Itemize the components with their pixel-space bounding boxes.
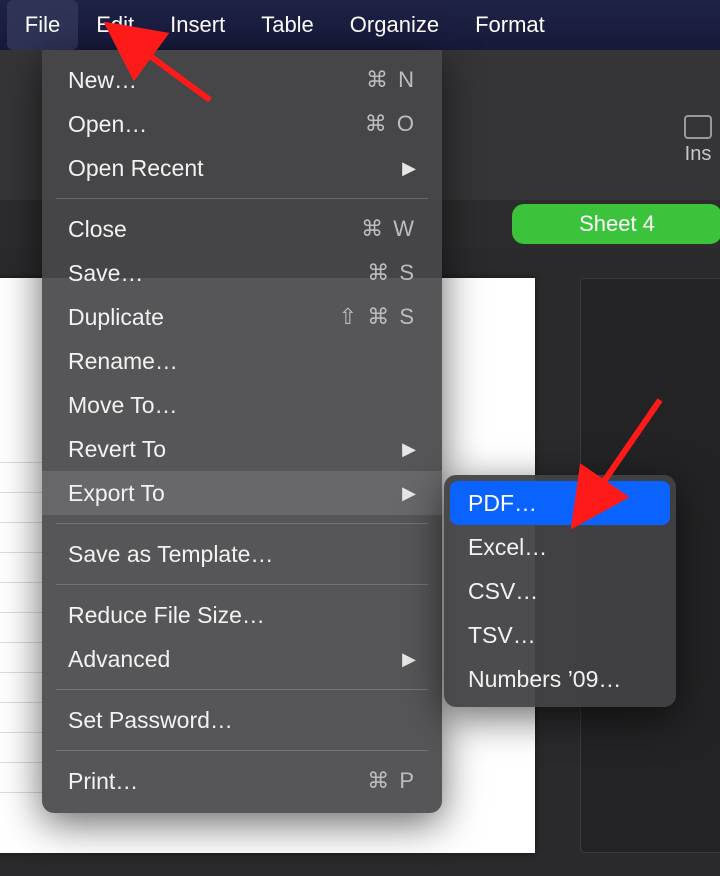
toolbar-insert-fragment[interactable]: Ins [684,115,712,166]
menu-separator [56,523,428,524]
file-duplicate[interactable]: Duplicate⇧ ⌘ S [42,295,442,339]
menu-separator [56,584,428,585]
chevron-right-icon: ▶ [402,439,416,460]
insert-label-fragment: Ins [684,143,712,166]
export-csv[interactable]: CSV… [450,569,670,613]
file-advanced[interactable]: Advanced▶ [42,637,442,681]
insert-icon [684,115,712,139]
menu-separator [56,689,428,690]
file-reduce-file-size[interactable]: Reduce File Size… [42,593,442,637]
menubar-item-file[interactable]: File [7,0,78,50]
chevron-right-icon: ▶ [402,158,416,179]
export-excel[interactable]: Excel… [450,525,670,569]
file-save[interactable]: Save…⌘ S [42,251,442,295]
file-open-recent[interactable]: Open Recent▶ [42,146,442,190]
file-revert-to[interactable]: Revert To▶ [42,427,442,471]
menubar-item-edit[interactable]: Edit [78,0,152,50]
file-move-to[interactable]: Move To… [42,383,442,427]
file-set-password[interactable]: Set Password… [42,698,442,742]
chevron-right-icon: ▶ [402,483,416,504]
export-submenu: PDF… Excel… CSV… TSV… Numbers ’09… [444,475,676,707]
menubar-item-table[interactable]: Table [243,0,332,50]
file-new[interactable]: New…⌘ N [42,58,442,102]
menu-separator [56,750,428,751]
menubar-item-format[interactable]: Format [457,0,563,50]
menu-separator [56,198,428,199]
file-save-as-template[interactable]: Save as Template… [42,532,442,576]
chevron-right-icon: ▶ [402,649,416,670]
menubar-item-organize[interactable]: Organize [332,0,457,50]
menubar: rs File Edit Insert Table Organize Forma… [0,0,720,50]
sheet-tab-4[interactable]: Sheet 4 [512,204,720,244]
export-numbers09[interactable]: Numbers ’09… [450,657,670,701]
file-open[interactable]: Open…⌘ O [42,102,442,146]
menubar-item-insert[interactable]: Insert [152,0,243,50]
file-close[interactable]: Close⌘ W [42,207,442,251]
file-print[interactable]: Print…⌘ P [42,759,442,803]
export-pdf[interactable]: PDF… [450,481,670,525]
app-name-fragment: rs [0,12,7,38]
file-rename[interactable]: Rename… [42,339,442,383]
file-export-to[interactable]: Export To▶ [42,471,442,515]
export-tsv[interactable]: TSV… [450,613,670,657]
file-menu: New…⌘ N Open…⌘ O Open Recent▶ Close⌘ W S… [42,50,442,813]
